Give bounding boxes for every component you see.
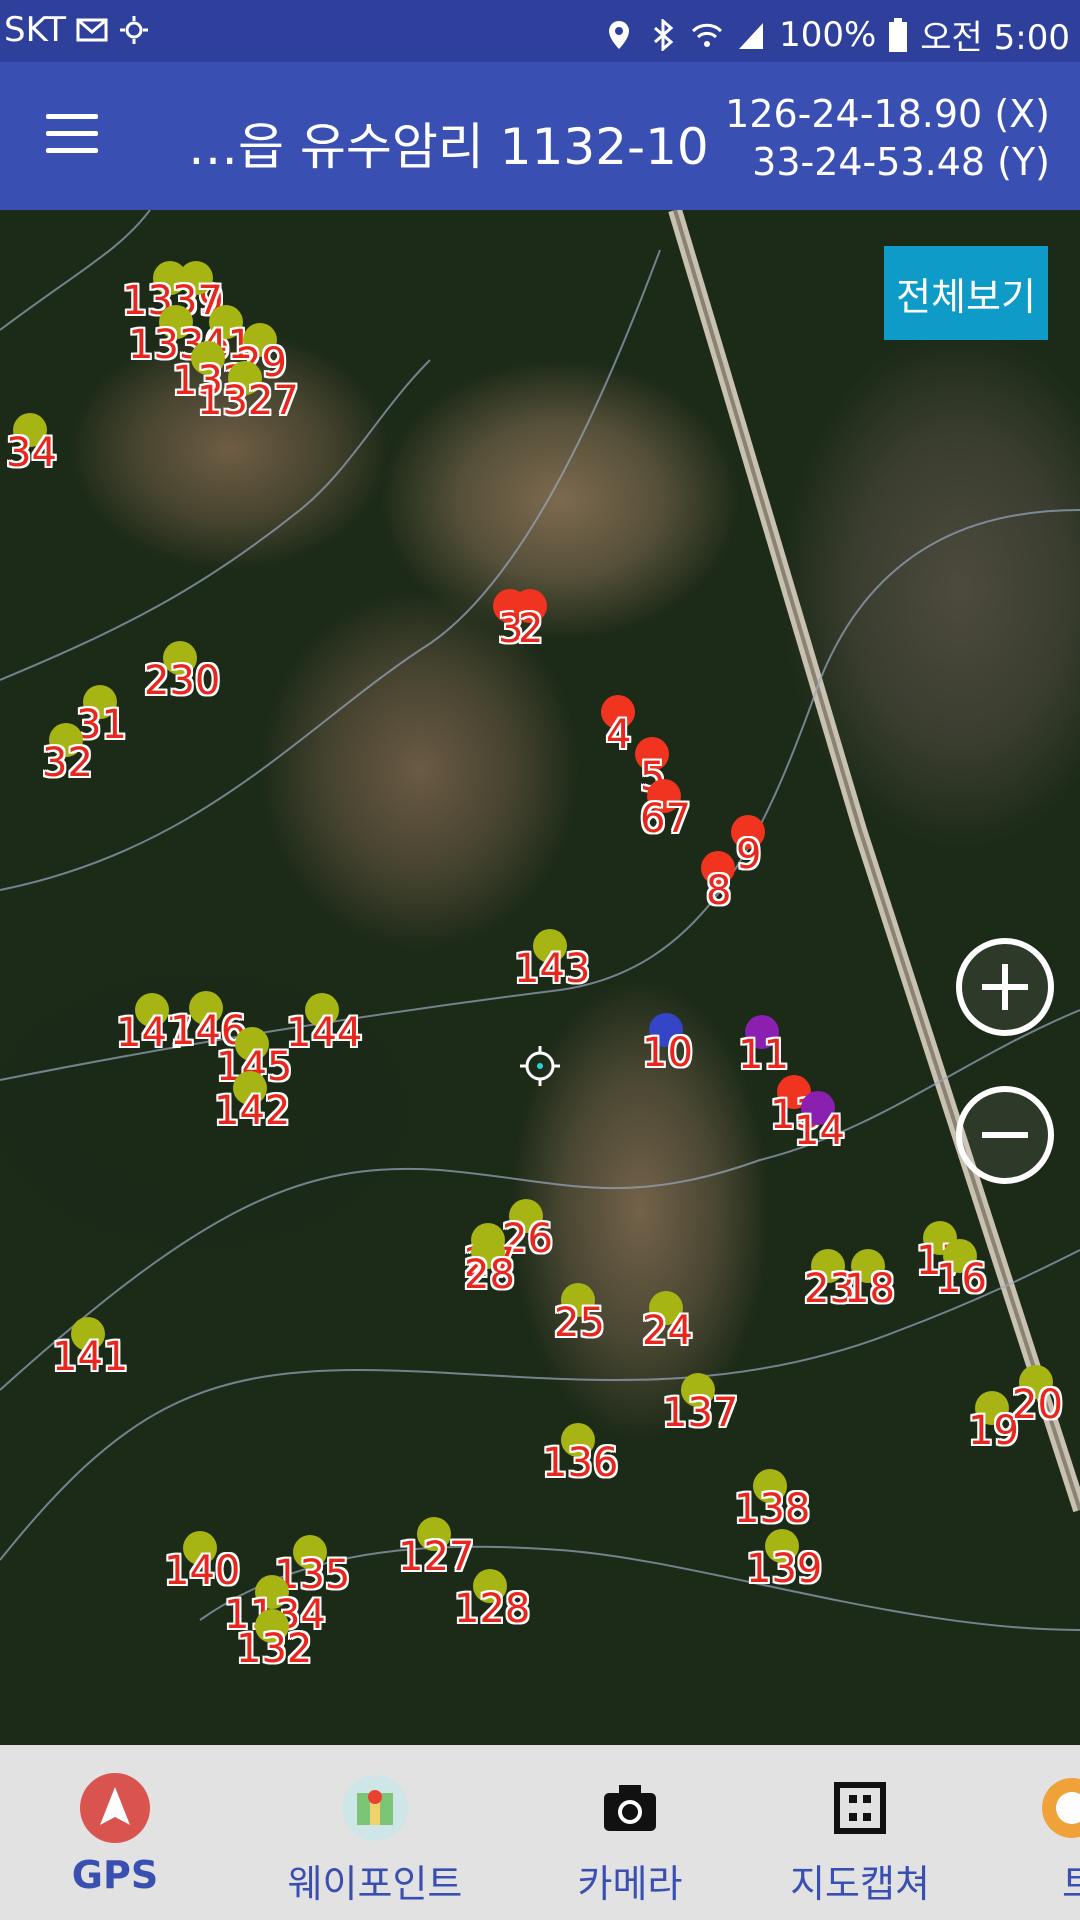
waypoint-label: 2: [518, 606, 544, 652]
location-icon: [609, 20, 630, 49]
waypoint-label: 28: [464, 1252, 515, 1298]
waypoint-label: 136: [542, 1440, 619, 1486]
waypoint-label: 67: [640, 796, 691, 842]
grid-capture-icon: [834, 1782, 886, 1834]
waypoint-label: 127: [398, 1534, 475, 1580]
waypoint-label: 144: [286, 1010, 363, 1056]
waypoint-label: 10: [642, 1030, 693, 1076]
signal-icon: [739, 22, 764, 49]
zoom-in-button[interactable]: [956, 938, 1054, 1036]
bottom-navigation: GPS 웨이포인트 카메라 지도캡쳐 트: [0, 1745, 1080, 1920]
nav-camera[interactable]: 카메라: [560, 1745, 700, 1920]
waypoint-label: 32: [42, 740, 93, 786]
waypoint-label: 18: [844, 1266, 895, 1312]
waypoint-label: 34: [6, 430, 57, 476]
waypoint-label: 20: [1012, 1382, 1063, 1428]
carrier-label: SKT: [4, 10, 67, 50]
battery-percent: 100%: [779, 14, 877, 55]
nav-label-gps: GPS: [71, 1853, 159, 1897]
nav-gps[interactable]: GPS: [40, 1745, 190, 1920]
waypoint-label: 4: [606, 712, 632, 758]
waypoint-label: 9: [736, 832, 762, 878]
map-pin-icon: [342, 1775, 408, 1841]
nav-label-waypoint: 웨이포인트: [287, 1862, 463, 1906]
waypoint-label: 141: [52, 1334, 129, 1380]
waypoint-label: 24: [642, 1308, 693, 1354]
waypoint-label: 138: [734, 1486, 811, 1532]
wifi-icon: [692, 23, 723, 47]
zoom-out-button[interactable]: [956, 1086, 1054, 1184]
waypoint-label: 137: [662, 1390, 739, 1436]
gps-arrow-icon: [80, 1773, 150, 1843]
satellite-map[interactable]: 전체보기 1339 37 1336 41 29 132 1327 34 230 31 32 3 2 4 5 6…: [0, 210, 1080, 1745]
camera-icon: [604, 1785, 656, 1831]
nav-track[interactable]: 트: [1040, 1745, 1080, 1920]
waypoint-label: 16: [936, 1256, 987, 1302]
waypoint-label: 132: [236, 1626, 313, 1672]
nav-label-camera: 카메라: [577, 1862, 683, 1906]
waypoint-label: 1327: [197, 378, 299, 424]
weather-icon: [120, 16, 149, 44]
hamburger-menu-icon[interactable]: [46, 114, 98, 156]
waypoint-label: 25: [554, 1300, 605, 1346]
waypoint-label: 8: [706, 868, 732, 914]
coord-x: 126-24-18.90 (X): [725, 92, 1050, 136]
crosshair-icon: [520, 1046, 560, 1086]
bluetooth-icon: [654, 18, 674, 51]
waypoint-label: 11: [738, 1032, 789, 1078]
nav-label-map-capture: 지도캡쳐: [790, 1862, 930, 1906]
coordinate-readout: 126-24-18.90 (X) 33-24-53.48 (Y): [725, 90, 1050, 186]
battery-icon: [889, 17, 908, 52]
track-icon: [1042, 1778, 1080, 1838]
view-all-button[interactable]: 전체보기: [884, 246, 1048, 340]
nav-label-track: 트: [1062, 1862, 1080, 1906]
waypoint-label: 128: [454, 1586, 531, 1632]
status-bar: SKT 100% 오전 5:00: [0, 0, 1080, 62]
clock: 오전 5:00: [920, 18, 1070, 58]
waypoint-label: 143: [514, 946, 591, 992]
address-title: …읍 유수암리 1132-10: [188, 118, 709, 176]
app-bar: …읍 유수암리 1132-10 126-24-18.90 (X) 33-24-5…: [0, 62, 1080, 210]
waypoint-label: 230: [144, 658, 221, 704]
waypoint-label: 14: [794, 1108, 845, 1154]
nav-waypoint[interactable]: 웨이포인트: [270, 1745, 480, 1920]
waypoint-label: 142: [214, 1088, 291, 1134]
waypoint-label: 140: [164, 1548, 241, 1594]
waypoint-label: 139: [746, 1546, 823, 1592]
mail-icon: [76, 18, 108, 42]
nav-map-capture[interactable]: 지도캡쳐: [780, 1745, 940, 1920]
coord-y: 33-24-53.48 (Y): [752, 140, 1050, 184]
